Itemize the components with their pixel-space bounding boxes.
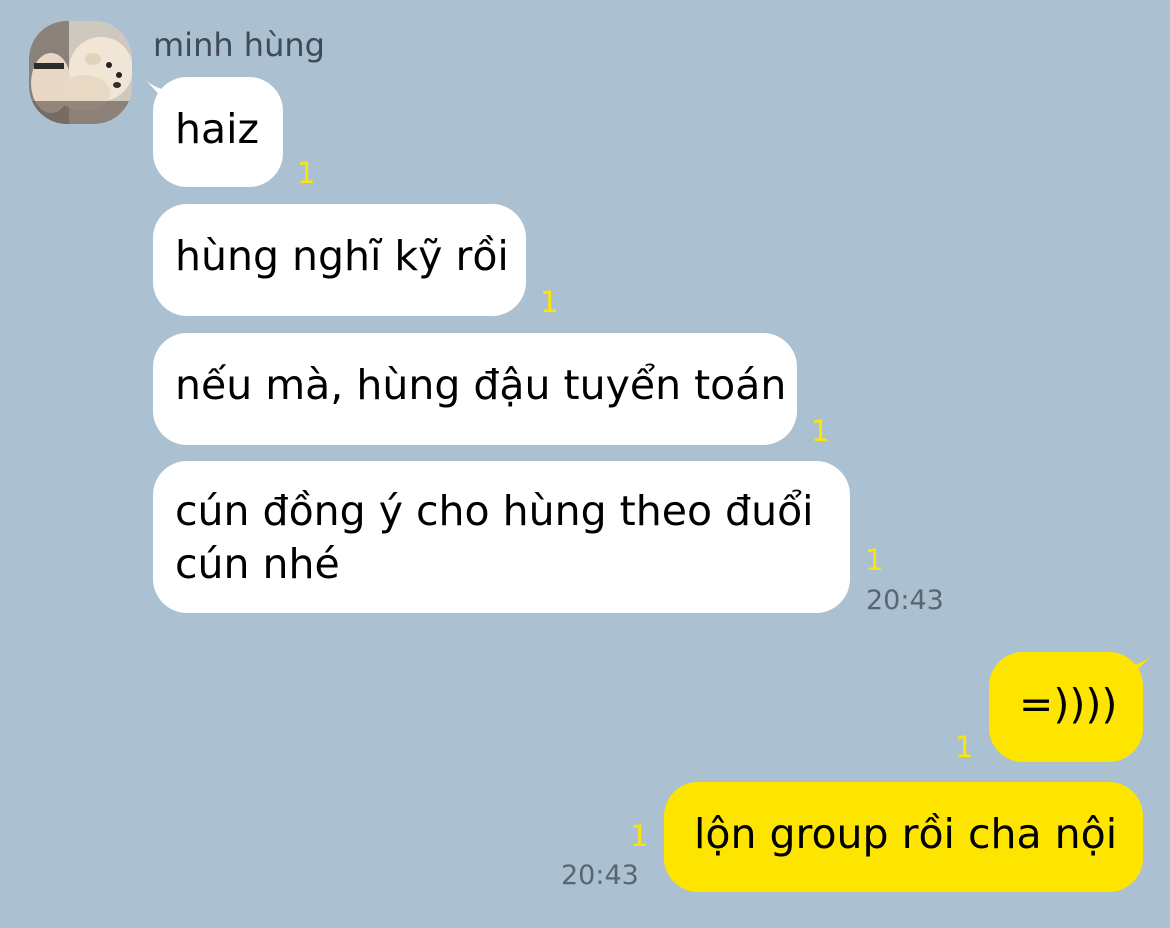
message-time: 20:43 bbox=[866, 585, 944, 616]
incoming-message[interactable]: cún đồng ý cho hùng theo đuổi cún nhé bbox=[153, 461, 850, 613]
incoming-message[interactable]: hùng nghĩ kỹ rồi bbox=[153, 204, 526, 316]
unread-count: 1 bbox=[630, 819, 649, 853]
sender-name: minh hùng bbox=[153, 26, 325, 64]
message-text: nếu mà, hùng đậu tuyển toán bbox=[175, 361, 787, 409]
outgoing-message[interactable]: =)))) bbox=[989, 652, 1143, 762]
message-time: 20:43 bbox=[561, 860, 639, 891]
unread-count: 1 bbox=[811, 414, 830, 448]
message-text: lộn group rồi cha nội bbox=[694, 810, 1118, 858]
incoming-message[interactable]: nếu mà, hùng đậu tuyển toán bbox=[153, 333, 797, 445]
incoming-message[interactable]: haiz bbox=[153, 77, 283, 187]
unread-count: 1 bbox=[865, 543, 884, 577]
sender-avatar[interactable] bbox=[29, 21, 132, 124]
message-text-line-2: cún nhé bbox=[175, 540, 340, 588]
message-text: hùng nghĩ kỹ rồi bbox=[175, 232, 509, 280]
unread-count: 1 bbox=[540, 285, 559, 319]
message-text: haiz bbox=[175, 105, 260, 153]
unread-count: 1 bbox=[297, 156, 316, 190]
outgoing-message[interactable]: lộn group rồi cha nội bbox=[664, 782, 1143, 892]
message-text-line-1: cún đồng ý cho hùng theo đuổi bbox=[175, 487, 814, 535]
message-text: =)))) bbox=[1019, 680, 1118, 728]
avatar-photo-icon bbox=[29, 21, 132, 124]
unread-count: 1 bbox=[955, 730, 974, 764]
